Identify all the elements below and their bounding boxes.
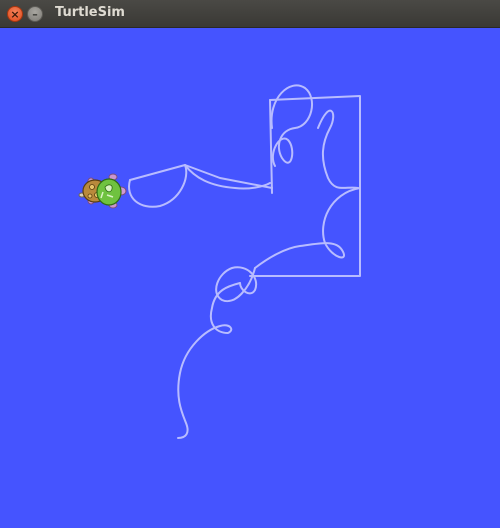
trail-right-curve	[254, 187, 361, 269]
window-title: TurtleSim	[55, 5, 125, 20]
minimize-icon: –	[32, 7, 38, 21]
minimize-button[interactable]: –	[27, 6, 43, 22]
turtle-icon[interactable]	[78, 173, 127, 209]
pen-trail	[128, 84, 361, 439]
trail-right-loop	[317, 109, 359, 189]
turtle-canvas[interactable]	[0, 28, 500, 528]
trail-near-turtle	[128, 164, 188, 208]
drawing-surface	[78, 84, 361, 439]
trail-horizontal	[129, 164, 273, 189]
close-button[interactable]: ×	[7, 6, 23, 22]
turtlesim-window: × – TurtleSim	[0, 0, 500, 528]
close-icon: ×	[10, 7, 20, 21]
title-bar[interactable]: × – TurtleSim	[0, 0, 500, 28]
trail-tail	[177, 282, 241, 439]
